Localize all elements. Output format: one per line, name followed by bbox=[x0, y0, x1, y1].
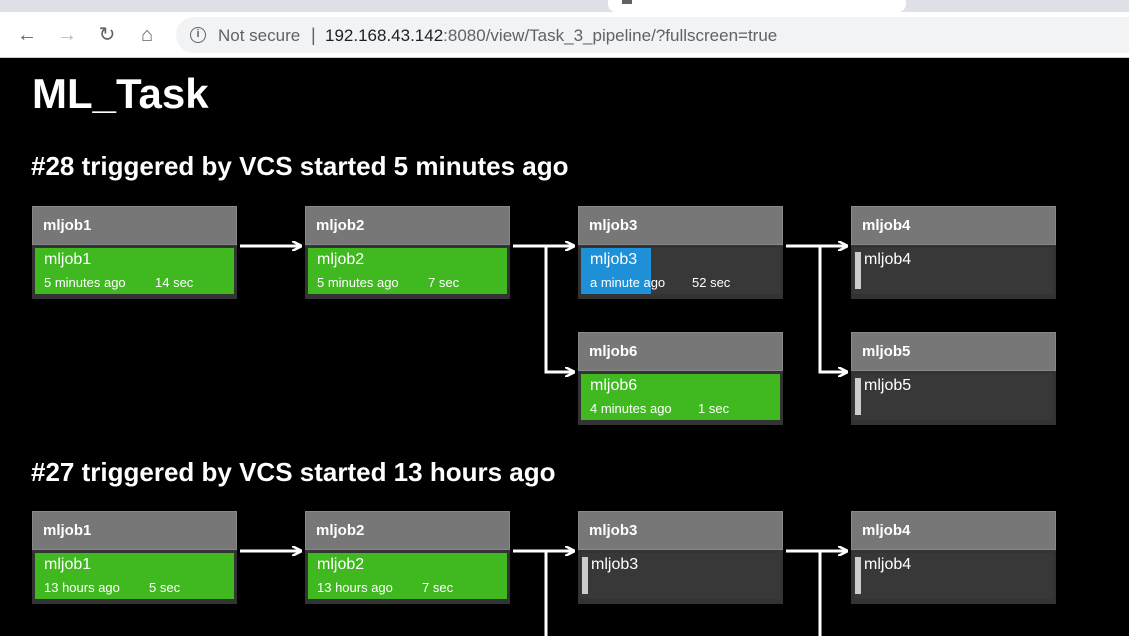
job-build-duration: 1 sec bbox=[698, 401, 730, 416]
job-card-mljob5[interactable]: mljob5 mljob5 bbox=[851, 332, 1056, 425]
job-build-status[interactable]: mljob1 5 minutes ago 14 sec bbox=[35, 248, 234, 294]
job-header[interactable]: mljob4 bbox=[851, 206, 1056, 245]
job-build-name[interactable]: mljob4 bbox=[864, 251, 911, 269]
job-card-mljob1[interactable]: mljob1 mljob1 5 minutes ago 14 sec bbox=[32, 206, 237, 299]
job-build-time: a minute ago bbox=[590, 275, 666, 290]
pending-indicator bbox=[855, 557, 861, 594]
arrow-connector bbox=[544, 246, 573, 372]
job-build-status[interactable]: mljob2 13 hours ago 7 sec bbox=[308, 553, 507, 599]
job-build-status[interactable]: mljob5 bbox=[854, 374, 1053, 420]
job-card-mljob2[interactable]: mljob2 mljob2 5 minutes ago 7 sec bbox=[305, 206, 510, 299]
job-header[interactable]: mljob3 bbox=[578, 511, 783, 550]
pending-indicator bbox=[855, 378, 861, 415]
job-card-mljob4[interactable]: mljob4 mljob4 bbox=[851, 511, 1056, 604]
job-build-status[interactable]: mljob4 bbox=[854, 553, 1053, 599]
job-build-duration: 5 sec bbox=[149, 580, 181, 595]
job-build-time: 5 minutes ago bbox=[317, 275, 399, 290]
job-build-status[interactable]: mljob2 5 minutes ago 7 sec bbox=[308, 248, 507, 294]
job-header[interactable]: mljob4 bbox=[851, 511, 1056, 550]
job-build-status[interactable]: mljob3 bbox=[581, 553, 780, 599]
job-header[interactable]: mljob2 bbox=[305, 511, 510, 550]
job-header[interactable]: mljob1 bbox=[32, 206, 237, 245]
job-header[interactable]: mljob5 bbox=[851, 332, 1056, 371]
job-build-status[interactable]: mljob1 13 hours ago 5 sec bbox=[35, 553, 234, 599]
job-build-name[interactable]: mljob2 bbox=[317, 556, 364, 574]
job-build-name[interactable]: mljob3 bbox=[591, 556, 638, 574]
job-build-time: 5 minutes ago bbox=[44, 275, 126, 290]
job-build-name[interactable]: mljob6 bbox=[590, 377, 637, 395]
job-build-name[interactable]: mljob5 bbox=[864, 377, 911, 395]
job-build-time: 13 hours ago bbox=[44, 580, 120, 595]
job-card-mljob3[interactable]: mljob3 mljob3 a minute ago 52 sec bbox=[578, 206, 783, 299]
job-build-duration: 52 sec bbox=[692, 275, 731, 290]
job-build-status[interactable]: mljob3 a minute ago 52 sec bbox=[581, 248, 780, 294]
pending-indicator bbox=[582, 557, 588, 594]
job-header[interactable]: mljob1 bbox=[32, 511, 237, 550]
job-build-duration: 7 sec bbox=[422, 580, 454, 595]
job-card-mljob1[interactable]: mljob1 mljob1 13 hours ago 5 sec bbox=[32, 511, 237, 604]
job-card-mljob2[interactable]: mljob2 mljob2 13 hours ago 7 sec bbox=[305, 511, 510, 604]
pending-indicator bbox=[855, 252, 861, 289]
job-header[interactable]: mljob2 bbox=[305, 206, 510, 245]
job-card-mljob4[interactable]: mljob4 mljob4 bbox=[851, 206, 1056, 299]
job-build-time: 13 hours ago bbox=[317, 580, 393, 595]
job-build-duration: 7 sec bbox=[428, 275, 460, 290]
job-build-name[interactable]: mljob4 bbox=[864, 556, 911, 574]
job-card-mljob3[interactable]: mljob3 mljob3 bbox=[578, 511, 783, 604]
job-build-name[interactable]: mljob2 bbox=[317, 251, 364, 269]
job-header[interactable]: mljob3 bbox=[578, 206, 783, 245]
arrow-connector bbox=[818, 246, 846, 372]
job-card-mljob6[interactable]: mljob6 mljob6 4 minutes ago 1 sec bbox=[578, 332, 783, 425]
job-build-name[interactable]: mljob3 bbox=[590, 251, 637, 269]
job-build-duration: 14 sec bbox=[155, 275, 194, 290]
job-build-status[interactable]: mljob4 bbox=[854, 248, 1053, 294]
job-build-name[interactable]: mljob1 bbox=[44, 556, 91, 574]
job-build-time: 4 minutes ago bbox=[590, 401, 672, 416]
job-build-name[interactable]: mljob1 bbox=[44, 251, 91, 269]
job-header[interactable]: mljob6 bbox=[578, 332, 783, 371]
job-build-status[interactable]: mljob6 4 minutes ago 1 sec bbox=[581, 374, 780, 420]
